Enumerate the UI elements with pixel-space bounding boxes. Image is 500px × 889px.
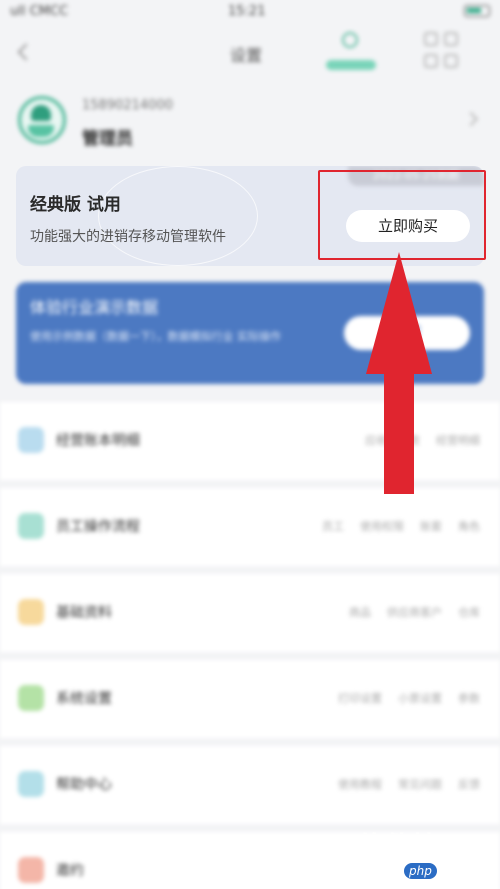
tag: 账套 [420, 520, 442, 533]
list-item-label: 系统设置 [56, 691, 112, 707]
tag: 员工 [322, 520, 344, 533]
folder-icon [18, 599, 44, 625]
phone-number: 15890214000 [82, 98, 173, 113]
avatar [18, 96, 66, 144]
list-item[interactable]: 帮助中心 使用教程 常见问题 反馈 [0, 746, 500, 824]
user-role: 管理员 [82, 129, 133, 149]
chevron-right-icon [463, 111, 479, 127]
list-item-tags: 商品 供应商客户 仓库 [349, 604, 480, 620]
list-item-label: 邀约 [56, 863, 84, 879]
list-item-label: 帮助中心 [56, 777, 112, 793]
demo-title: 体验行业演示数据 [30, 298, 159, 317]
status-bar: ull CMCC 15:21 [0, 0, 500, 26]
watermark-text: 软件技巧 [358, 832, 467, 862]
list-item-tags: 员工 使用权限 账套 角色 [322, 518, 480, 534]
help-icon [18, 771, 44, 797]
tag: 经营明细 [436, 434, 480, 447]
plan-title: 经典版 试用 [30, 195, 121, 215]
page-title: 设置 [230, 46, 263, 65]
list-item-label: 基础资料 [56, 605, 112, 621]
card-decoration [98, 166, 258, 266]
settings-icon [18, 685, 44, 711]
staff-icon [18, 513, 44, 539]
battery-icon [400, 4, 490, 18]
tag: 角色 [458, 520, 480, 533]
list-item-tags: 打印设置 小票设置 参数 [338, 690, 480, 706]
watermark-logo: php 中文网 [404, 860, 483, 882]
plan-description: 功能强大的进销存移动管理软件 [30, 229, 226, 245]
tag: 使用权限 [360, 520, 404, 533]
list-item[interactable]: 员工操作流程 员工 使用权限 账套 角色 [0, 488, 500, 566]
tag: 参数 [458, 692, 480, 705]
ledger-icon [18, 427, 44, 453]
tag: 反馈 [458, 778, 480, 791]
php-logo-text: php [404, 863, 437, 879]
highlight-box [318, 170, 486, 260]
profile-row[interactable]: 15890214000 管理员 [0, 90, 500, 160]
list-item-label: 员工操作流程 [56, 519, 140, 535]
top-header: 设置 [0, 26, 500, 90]
tag: 小票设置 [398, 692, 442, 705]
tag: 供应商客户 [387, 606, 442, 619]
tag: 常见问题 [398, 778, 442, 791]
invite-icon [18, 857, 44, 883]
back-icon[interactable] [17, 43, 35, 61]
tag: 仓库 [458, 606, 480, 619]
clock-text: 15:21 [228, 4, 266, 19]
demo-description: 使用示例数据（数据一下），数据模拟行业 实际操作 [30, 330, 281, 343]
tag: 使用教程 [338, 778, 382, 791]
list-item-label: 经营账本明细 [56, 433, 140, 449]
profile-tab-icon[interactable] [320, 30, 382, 74]
list-item[interactable]: 系统设置 打印设置 小票设置 参数 [0, 660, 500, 738]
grid-menu-icon[interactable] [424, 32, 460, 70]
list-item[interactable]: 基础资料 商品 供应商客户 仓库 [0, 574, 500, 652]
logo-cn-text: 中文网 [440, 864, 483, 880]
tag: 打印设置 [338, 692, 382, 705]
tag: 商品 [349, 606, 371, 619]
arrow-up-icon [366, 252, 432, 494]
carrier-text: ull CMCC [10, 4, 69, 19]
list-item-tags: 使用教程 常见问题 反馈 [338, 776, 480, 792]
